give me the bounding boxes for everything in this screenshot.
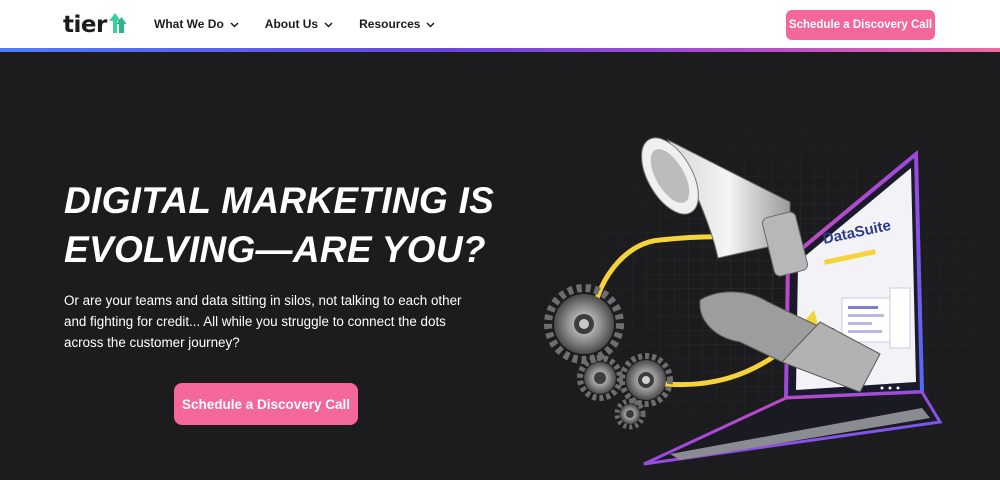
site-header: tier What We Do About Us Resources Sched… [0, 0, 1000, 48]
nav-item-label: What We Do [154, 17, 224, 31]
hero-subtext: Or are your teams and data sitting in si… [64, 293, 462, 350]
hero-headline-line-2: EVOLVING—ARE YOU? [64, 229, 486, 270]
chevron-down-icon [324, 17, 333, 31]
logo-wordmark: tier [63, 12, 107, 38]
megaphone-laptop-illustration: DataSuite [520, 64, 1000, 480]
hero-headline: DIGITAL MARKETING IS EVOLVING—ARE YOU? [64, 176, 504, 274]
main-nav: What We Do About Us Resources [154, 0, 461, 48]
nav-item-what-we-do[interactable]: What We Do [154, 17, 239, 31]
hero-section: DIGITAL MARKETING IS EVOLVING—ARE YOU? O… [0, 52, 1000, 480]
nav-item-label: Resources [359, 17, 421, 31]
chevron-down-icon [426, 17, 436, 31]
hero-schedule-call-button[interactable]: Schedule a Discovery Call [174, 383, 358, 425]
hero-headline-line-1: DIGITAL MARKETING IS [64, 180, 495, 221]
header-schedule-call-button[interactable]: Schedule a Discovery Call [786, 10, 935, 40]
logo[interactable]: tier [63, 12, 127, 38]
chevron-down-icon [230, 17, 239, 31]
nav-item-about-us[interactable]: About Us [265, 17, 333, 31]
nav-item-resources[interactable]: Resources [359, 17, 436, 31]
hero-illustration: DataSuite [520, 64, 1000, 480]
logo-arrows-icon [108, 12, 127, 38]
nav-item-label: About Us [264, 17, 319, 31]
